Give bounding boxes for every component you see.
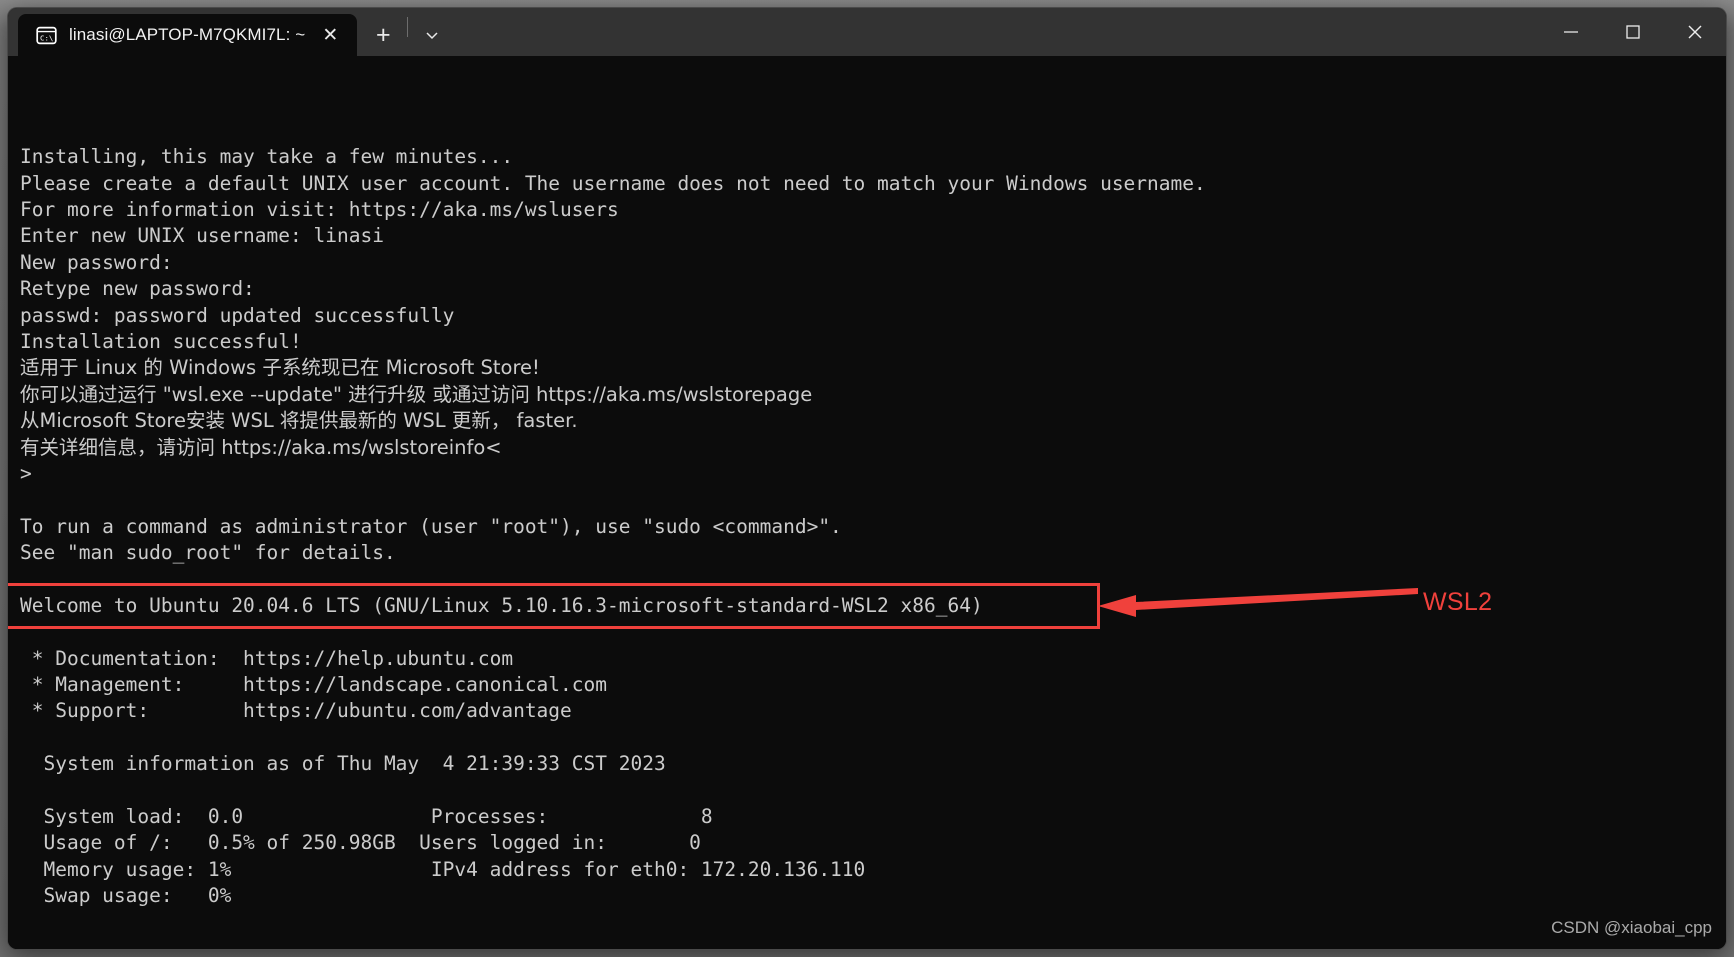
tab-strip: C:\ linasi@LAPTOP-M7QKMI7L: ~ ✕ + bbox=[8, 8, 452, 56]
tab-title: linasi@LAPTOP-M7QKMI7L: ~ bbox=[69, 25, 306, 44]
terminal-line: > bbox=[20, 461, 32, 485]
terminal-line: passwd: password updated successfully bbox=[20, 303, 455, 327]
terminal-line: See "man sudo_root" for details. bbox=[20, 541, 396, 565]
title-bar: C:\ linasi@LAPTOP-M7QKMI7L: ~ ✕ + bbox=[8, 8, 1726, 56]
window-controls bbox=[1540, 8, 1726, 56]
tab-strip-divider bbox=[407, 17, 409, 37]
svg-text:C:\: C:\ bbox=[40, 33, 53, 42]
minimize-icon[interactable] bbox=[1540, 8, 1602, 56]
terminal-line-list: Installing, this may take a few minutes.… bbox=[20, 144, 1726, 909]
terminal-line: * Management: https://landscape.canonica… bbox=[20, 673, 607, 697]
tab-close-button[interactable]: ✕ bbox=[317, 22, 343, 48]
terminal-line: * Support: https://ubuntu.com/advantage bbox=[20, 699, 572, 723]
close-icon[interactable] bbox=[1664, 8, 1726, 56]
terminal-line: Retype new password: bbox=[20, 277, 255, 301]
terminal-line: Memory usage: 1% IPv4 address for eth0: … bbox=[20, 857, 866, 881]
terminal-tab[interactable]: C:\ linasi@LAPTOP-M7QKMI7L: ~ ✕ bbox=[18, 14, 358, 56]
terminal-line: To run a command as administrator (user … bbox=[20, 514, 842, 538]
terminal-line: System information as of Thu May 4 21:39… bbox=[20, 752, 666, 776]
terminal-line: Installing, this may take a few minutes.… bbox=[20, 145, 514, 169]
terminal-line: * Documentation: https://help.ubuntu.com bbox=[20, 646, 514, 670]
terminal-line: Enter new UNIX username: linasi bbox=[20, 224, 384, 248]
windows-terminal-window: C:\ linasi@LAPTOP-M7QKMI7L: ~ ✕ + Instal… bbox=[8, 8, 1726, 949]
terminal-line: Usage of /: 0.5% of 250.98GB Users logge… bbox=[20, 831, 701, 855]
terminal-line: Please create a default UNIX user accoun… bbox=[20, 171, 1206, 195]
terminal-line: For more information visit: https://aka.… bbox=[20, 198, 619, 221]
terminal-line: Installation successful! bbox=[20, 329, 302, 353]
new-tab-button[interactable]: + bbox=[363, 14, 403, 56]
terminal-output[interactable]: Installing, this may take a few minutes.… bbox=[8, 56, 1726, 949]
console-cmd-icon: C:\ bbox=[36, 25, 57, 46]
terminal-line: Swap usage: 0% bbox=[20, 884, 232, 908]
terminal-line: Welcome to Ubuntu 20.04.6 LTS (GNU/Linux… bbox=[20, 593, 983, 617]
terminal-line: System load: 0.0 Processes: 8 bbox=[20, 804, 713, 828]
terminal-line: 有关详细信息，请访问 https://aka.ms/wslstoreinfo< bbox=[20, 435, 502, 459]
chevron-down-icon[interactable] bbox=[412, 14, 452, 56]
watermark: CSDN @xiaobai_cpp bbox=[1551, 917, 1712, 937]
terminal-line: 适用于 Linux 的 Windows 子系统现已在 Microsoft Sto… bbox=[20, 356, 540, 380]
terminal-line: 从Microsoft Store安装 WSL 将提供最新的 WSL 更新， fa… bbox=[20, 409, 578, 433]
maximize-icon[interactable] bbox=[1602, 8, 1664, 56]
desktop-background: C:\ linasi@LAPTOP-M7QKMI7L: ~ ✕ + Instal… bbox=[0, 0, 1734, 957]
terminal-line: New password: bbox=[20, 250, 173, 274]
terminal-line: 你可以通过运行 "wsl.exe --update" 进行升级 或通过访问 ht… bbox=[20, 382, 813, 406]
